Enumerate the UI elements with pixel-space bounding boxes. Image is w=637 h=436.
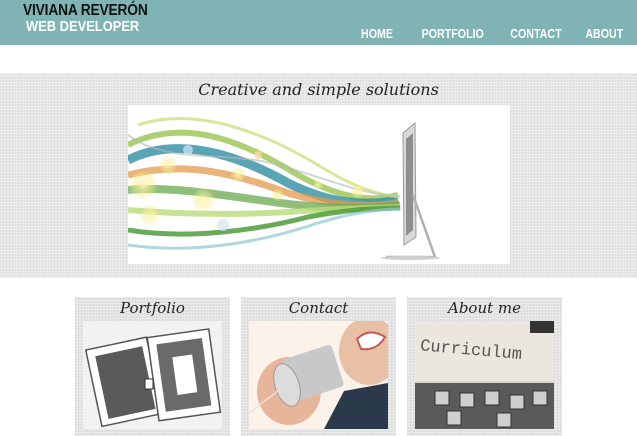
site-header: VIVIANA REVERÓN WEB DEVELOPER HOME PORTF… bbox=[0, 0, 637, 45]
typewriter-curriculum-image: Curriculum bbox=[415, 321, 554, 429]
hero-title: Creative and simple solutions bbox=[198, 80, 439, 99]
card-about[interactable]: About me Curriculum bbox=[407, 297, 562, 436]
nav-contact[interactable]: CONTACT bbox=[510, 26, 561, 42]
folders-illustration bbox=[83, 321, 222, 429]
nav-about[interactable]: ABOUT bbox=[585, 26, 623, 42]
tin-can-illustration bbox=[249, 321, 388, 429]
hero-image bbox=[128, 105, 510, 264]
brand-role: WEB DEVELOPER bbox=[26, 18, 140, 35]
main-nav: HOME PORTFOLIO CONTACT ABOUT bbox=[354, 26, 623, 42]
nav-portfolio[interactable]: PORTFOLIO bbox=[422, 26, 484, 42]
folders-image bbox=[83, 321, 222, 429]
card-title-contact: Contact bbox=[288, 299, 349, 317]
card-title-portfolio: Portfolio bbox=[120, 299, 185, 317]
card-title-about: About me bbox=[447, 299, 522, 317]
tin-can-phone-image bbox=[249, 321, 388, 429]
card-contact[interactable]: Contact bbox=[241, 297, 396, 436]
card-portfolio[interactable]: Portfolio bbox=[75, 297, 230, 436]
nav-home[interactable]: HOME bbox=[361, 26, 393, 42]
monitor-ribbons-illustration bbox=[128, 117, 440, 260]
brand-name[interactable]: VIVIANA REVERÓN bbox=[23, 2, 148, 19]
typewriter-illustration: Curriculum bbox=[415, 321, 554, 429]
hero-section: Creative and simple solutions bbox=[0, 73, 637, 278]
